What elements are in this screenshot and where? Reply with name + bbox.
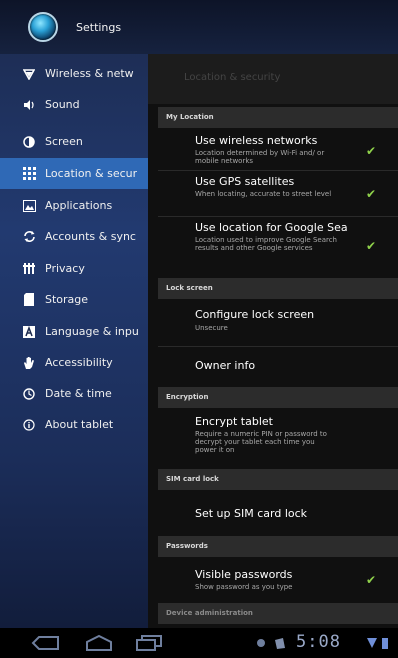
status-clock: 5:08 — [296, 632, 341, 652]
sidebar-item-label: Wireless & netw — [45, 67, 134, 80]
speaker-icon — [22, 98, 36, 112]
pref-title: Owner info — [195, 359, 256, 372]
pref-summary: Location used to improve Google Search r… — [195, 236, 337, 252]
pref-encrypt-tablet[interactable]: Encrypt tablet Require a numeric PIN or … — [158, 411, 398, 467]
pref-title: Encrypt tablet — [195, 415, 273, 428]
pref-set-up-sim-card-lock[interactable]: Set up SIM card lock — [158, 493, 398, 533]
divider — [158, 170, 398, 171]
language-icon — [22, 325, 36, 339]
divider — [158, 216, 398, 217]
clock-icon — [22, 387, 36, 401]
pref-summary: Require a numeric PIN or password to dec… — [195, 430, 327, 454]
privacy-icon — [22, 262, 36, 276]
sidebar-item-accessibility[interactable]: Accessibility — [0, 347, 148, 378]
checkbox-checked-icon[interactable]: ✔ — [366, 574, 378, 586]
screen-icon — [22, 135, 36, 149]
location-grid-icon — [22, 167, 36, 181]
pref-summary: Location determined by Wi-Fi and/ or mob… — [195, 149, 325, 165]
settings-sidebar: Wireless & netw Sound Screen Location & … — [0, 54, 148, 628]
location-security-panel[interactable]: Location & security My Location Use wire… — [148, 54, 398, 628]
sidebar-item-label: Location & secur — [45, 167, 138, 180]
sidebar-item-label: Accounts & sync — [45, 230, 136, 243]
recent-apps-icon[interactable] — [134, 632, 164, 654]
sidebar-item-label: Applications — [45, 199, 113, 212]
sidebar-item-storage[interactable]: Storage — [0, 284, 148, 315]
pref-summary: When locating, accurate to street level — [195, 190, 332, 198]
storage-icon — [22, 293, 36, 307]
section-header-my-location: My Location — [158, 107, 398, 128]
sidebar-item-sound[interactable]: Sound — [0, 89, 148, 120]
section-header-passwords: Passwords — [158, 536, 398, 557]
bag-icon[interactable] — [272, 632, 288, 654]
battery-icon — [380, 632, 390, 654]
sidebar-item-label: Storage — [45, 293, 89, 306]
pref-use-location-google-search[interactable]: Use location for Google Sea Location use… — [158, 218, 398, 272]
section-header-encryption: Encryption — [158, 387, 398, 408]
settings-logo-icon[interactable] — [28, 12, 58, 42]
wifi-icon — [22, 67, 36, 81]
sidebar-item-privacy[interactable]: Privacy — [0, 253, 148, 284]
sidebar-item-label: Date & time — [45, 387, 112, 400]
sidebar-item-location-security[interactable]: Location & secur — [0, 158, 148, 189]
title-bar: Settings — [0, 0, 398, 54]
checkbox-checked-icon[interactable]: ✔ — [366, 145, 378, 157]
sidebar-item-label: Sound — [45, 98, 80, 111]
hand-icon — [22, 356, 36, 370]
info-icon — [22, 418, 36, 432]
pref-title: Use wireless networks — [195, 134, 318, 147]
pref-summary: Show password as you type — [195, 583, 293, 591]
wifi-signal-icon — [366, 632, 378, 654]
sidebar-item-wireless[interactable]: Wireless & netw — [0, 58, 148, 89]
pref-title: Set up SIM card lock — [195, 507, 308, 520]
pref-title: Configure lock screen — [195, 308, 315, 321]
checkbox-checked-icon[interactable]: ✔ — [366, 188, 378, 200]
sidebar-item-screen[interactable]: Screen — [0, 126, 148, 157]
pref-use-gps-satellites[interactable]: Use GPS satellites When locating, accura… — [158, 172, 398, 214]
app-title: Settings — [76, 20, 122, 34]
section-header-sim-card-lock: SIM card lock — [158, 469, 398, 490]
pref-title: Use location for Google Sea — [195, 221, 348, 234]
sync-icon — [22, 230, 36, 244]
system-navigation-bar: 5:08 — [0, 628, 398, 658]
section-header-device-administration: Device administration — [158, 603, 398, 624]
notification-icon[interactable] — [255, 632, 267, 654]
panel-header: Location & security — [148, 54, 398, 104]
sidebar-item-date-time[interactable]: Date & time — [0, 378, 148, 409]
sidebar-item-label: About tablet — [45, 418, 114, 431]
sidebar-item-language-input[interactable]: Language & inpu — [0, 316, 148, 347]
sidebar-item-applications[interactable]: Applications — [0, 190, 148, 221]
pref-owner-info[interactable]: Owner info — [158, 348, 398, 384]
section-header-lock-screen: Lock screen — [158, 278, 398, 299]
home-icon[interactable] — [83, 632, 115, 654]
pref-visible-passwords[interactable]: Visible passwords Show password as you t… — [158, 560, 398, 600]
divider — [158, 346, 398, 347]
settings-app: Settings Wireless & netw Sound Screen Lo… — [0, 0, 398, 658]
sidebar-item-label: Language & inpu — [45, 325, 139, 338]
sidebar-item-accounts-sync[interactable]: Accounts & sync — [0, 221, 148, 252]
pref-summary: Unsecure — [195, 324, 228, 332]
back-icon[interactable] — [30, 632, 62, 654]
sidebar-item-label: Accessibility — [45, 356, 113, 369]
pref-title: Use GPS satellites — [195, 175, 295, 188]
pref-use-wireless-networks[interactable]: Use wireless networks Location determine… — [158, 131, 398, 169]
applications-icon — [22, 199, 36, 213]
sidebar-item-label: Privacy — [45, 262, 85, 275]
pref-title: Visible passwords — [195, 568, 293, 581]
sidebar-item-label: Screen — [45, 135, 83, 148]
sidebar-item-about-tablet[interactable]: About tablet — [0, 409, 148, 440]
panel-title: Location & security — [184, 72, 281, 83]
checkbox-checked-icon[interactable]: ✔ — [366, 240, 378, 252]
pref-configure-lock-screen[interactable]: Configure lock screen Unsecure — [158, 302, 398, 342]
